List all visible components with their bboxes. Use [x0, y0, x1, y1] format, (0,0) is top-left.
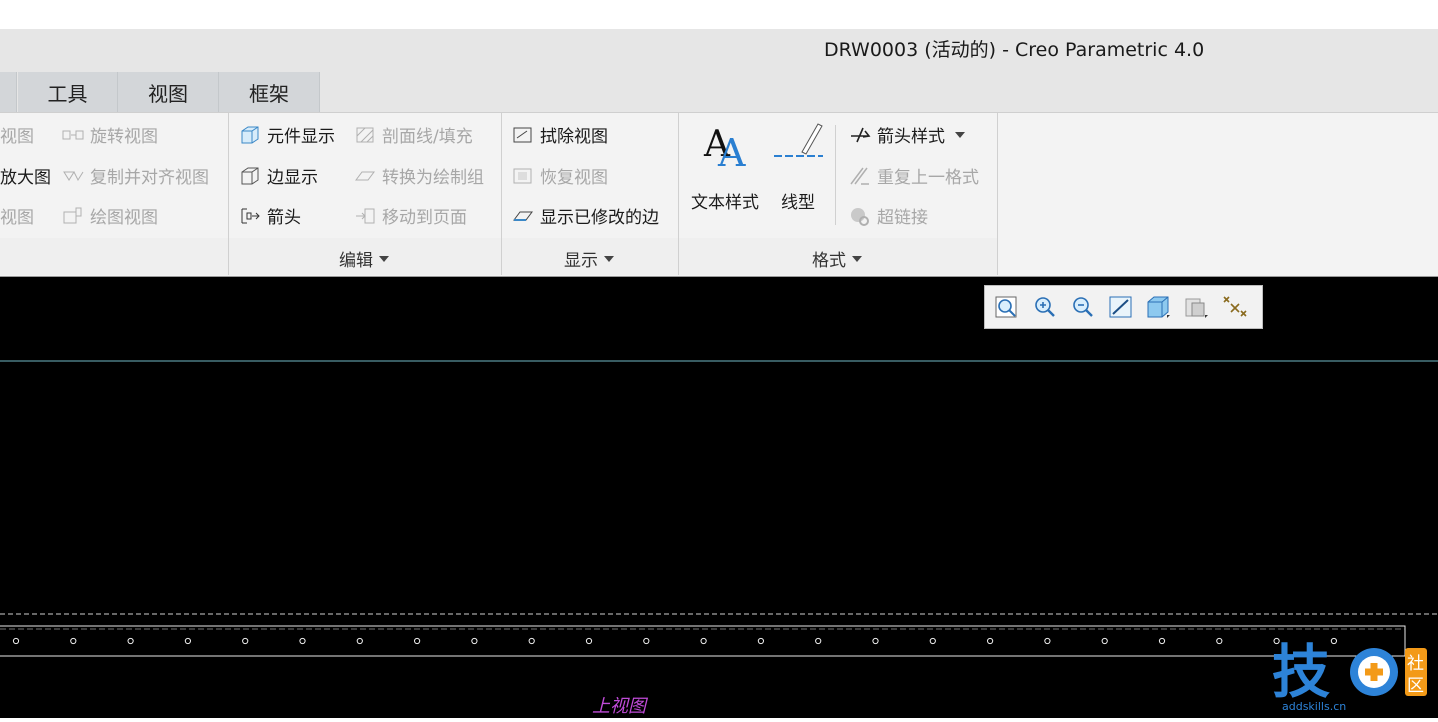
- hole-circle: [70, 637, 77, 645]
- separator: [678, 113, 679, 275]
- chevron-down-icon: [852, 255, 862, 262]
- svg-text:技: 技: [1272, 640, 1330, 706]
- hole-circle: [987, 637, 994, 645]
- repaint-icon[interactable]: [1107, 294, 1135, 320]
- ribbon-item-view-1[interactable]: 视图: [0, 122, 34, 147]
- svg-text:社: 社: [1407, 654, 1424, 674]
- hole-circle: [872, 637, 879, 645]
- drawing-sheet: [0, 360, 1438, 657]
- hole-circle: [184, 637, 191, 645]
- hole-circle: [471, 637, 478, 645]
- convert-to-draft-group-button[interactable]: 转换为绘制组: [354, 163, 484, 188]
- top-strip: [0, 0, 1438, 29]
- revolved-view-button[interactable]: 旋转视图: [62, 122, 158, 147]
- erase-view-icon: [513, 127, 532, 142]
- convert-group-icon: [355, 171, 375, 180]
- part-outline: [0, 625, 1406, 657]
- separator: [228, 113, 229, 275]
- saved-orientations-icon[interactable]: [1183, 294, 1211, 320]
- zoom-in-icon[interactable]: [1031, 294, 1059, 320]
- hole-circle: [127, 637, 134, 645]
- hole-circle: [528, 637, 535, 645]
- hole-circle: [299, 637, 306, 645]
- hole-group: [12, 637, 1338, 645]
- copy-align-view-button[interactable]: 复制并对齐视图: [62, 163, 209, 188]
- view-toolbar: [984, 285, 1263, 329]
- hole-circle: [1044, 637, 1051, 645]
- text-style-icon: A A: [703, 124, 746, 170]
- modified-edges-icon: [513, 211, 533, 221]
- repeat-last-format-button[interactable]: 重复上一格式: [849, 163, 979, 188]
- chevron-down-icon: [604, 255, 614, 262]
- hatch-icon: [356, 127, 374, 142]
- svg-text:区: 区: [1407, 676, 1424, 696]
- arrow-style-icon: [851, 127, 871, 142]
- hole-circle: [643, 637, 650, 645]
- drawing-view-button[interactable]: 绘图视图: [62, 203, 158, 228]
- tab-frame[interactable]: 框架: [219, 72, 320, 112]
- group-label-format[interactable]: 格式: [812, 246, 862, 271]
- hole-circle: [12, 637, 20, 645]
- repeat-format-icon: [850, 167, 869, 185]
- zoom-window-icon[interactable]: [993, 294, 1021, 320]
- drawing-view-icon: [63, 207, 82, 223]
- ribbon-item-detailed-view[interactable]: 放大图: [0, 163, 51, 188]
- separator: [501, 113, 502, 275]
- hyperlink-button[interactable]: 超链接: [849, 203, 928, 228]
- resume-view-button[interactable]: 恢复视图: [512, 163, 608, 188]
- show-modified-edges-button[interactable]: 显示已修改的边: [512, 203, 659, 228]
- hyperlink-icon: [851, 207, 869, 226]
- chevron-down-icon: [379, 255, 389, 262]
- chevron-down-icon: [955, 131, 965, 138]
- tab-tools[interactable]: 工具: [18, 72, 118, 112]
- edge-display-icon: [241, 167, 259, 184]
- arrows-icon: [241, 208, 260, 223]
- svg-text:A: A: [717, 131, 746, 170]
- ribbon-item-view-3[interactable]: 视图: [0, 203, 34, 228]
- graphics-canvas[interactable]: [0, 277, 1438, 718]
- arrows-button[interactable]: 箭头: [239, 203, 301, 228]
- hole-circle: [1158, 637, 1166, 645]
- revolved-view-icon: [62, 130, 84, 139]
- title-bar: [0, 29, 1438, 71]
- copy-align-view-icon: [63, 171, 84, 181]
- move-to-sheet-button[interactable]: 移动到页面: [354, 203, 467, 228]
- tab-view[interactable]: 视图: [118, 72, 219, 112]
- group-label-edit[interactable]: 编辑: [339, 246, 389, 271]
- hole-circle: [1101, 637, 1108, 645]
- group-label-display[interactable]: 显示: [564, 246, 614, 271]
- section-hatch-button[interactable]: 剖面线/填充: [354, 122, 473, 147]
- component-display-button[interactable]: 元件显示: [239, 122, 335, 147]
- group-bar-left: [0, 238, 228, 275]
- line-style-button[interactable]: 线型: [772, 118, 824, 213]
- component-display-icon: [241, 126, 259, 143]
- hole-circle: [585, 637, 593, 645]
- hole-circle: [1216, 637, 1223, 645]
- arrow-style-button[interactable]: 箭头样式: [849, 122, 965, 147]
- hole-circle: [757, 637, 765, 645]
- edge-display-button[interactable]: 边显示: [239, 163, 318, 188]
- zoom-out-icon[interactable]: [1069, 294, 1097, 320]
- hole-circle: [815, 637, 822, 645]
- separator: [835, 125, 836, 225]
- view-label[interactable]: 上视图: [592, 692, 646, 718]
- hole-circle: [700, 637, 707, 645]
- erase-view-button[interactable]: 拭除视图: [512, 122, 608, 147]
- hole-circle: [929, 637, 936, 645]
- line-style-icon: [774, 123, 823, 157]
- display-style-icon[interactable]: [1145, 294, 1173, 320]
- datum-display-icon[interactable]: [1221, 294, 1249, 320]
- hole-circle: [414, 637, 421, 645]
- hole-circle: [242, 637, 249, 645]
- hole-circle: [356, 637, 363, 645]
- tab-partial[interactable]: [0, 72, 17, 112]
- window-title: DRW0003 (活动的) - Creo Parametric 4.0: [824, 39, 1205, 61]
- move-to-sheet-icon: [356, 208, 375, 223]
- watermark-url: addskills.cn: [1282, 700, 1347, 713]
- resume-view-icon: [513, 168, 532, 183]
- text-style-button[interactable]: A A 文本样式: [686, 118, 764, 213]
- separator: [997, 113, 998, 275]
